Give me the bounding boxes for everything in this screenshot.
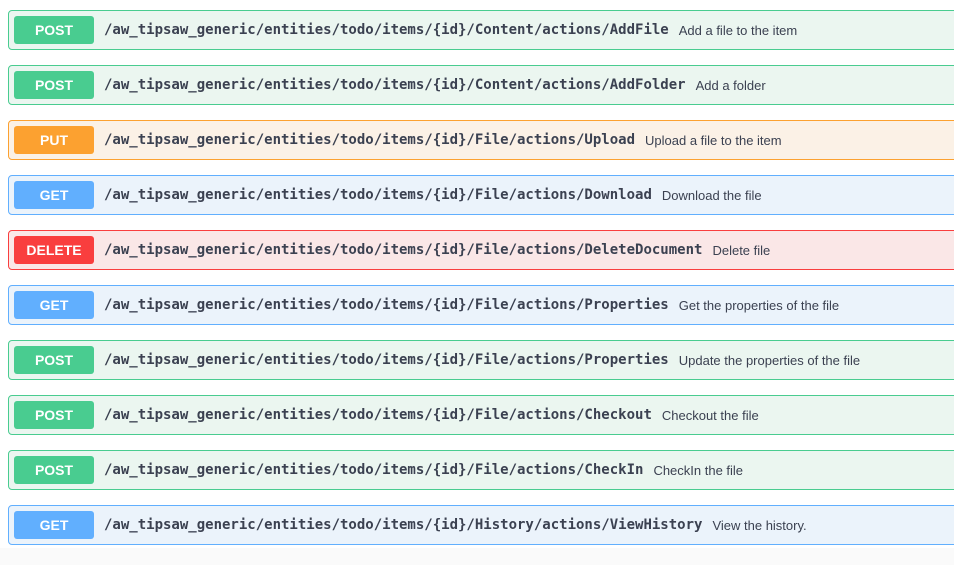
method-badge[interactable]: POST: [14, 346, 94, 374]
operation-summary: Download the file: [661, 187, 762, 203]
operation-summary: Add a folder: [695, 77, 766, 93]
operation-path[interactable]: /aw_tipsaw_generic/entities/todo/items/{…: [104, 22, 669, 38]
operation-path[interactable]: /aw_tipsaw_generic/entities/todo/items/{…: [104, 297, 669, 313]
operation-summary: Update the properties of the file: [678, 352, 861, 368]
operation-row[interactable]: POST /aw_tipsaw_generic/entities/todo/it…: [8, 395, 954, 435]
operation-row[interactable]: POST /aw_tipsaw_generic/entities/todo/it…: [8, 65, 954, 105]
operation-path[interactable]: /aw_tipsaw_generic/entities/todo/items/{…: [104, 132, 635, 148]
operation-path[interactable]: /aw_tipsaw_generic/entities/todo/items/{…: [104, 77, 686, 93]
operation-row[interactable]: GET /aw_tipsaw_generic/entities/todo/ite…: [8, 505, 954, 545]
operation-summary: View the history.: [712, 517, 807, 533]
operation-summary: Add a file to the item: [678, 22, 798, 38]
operation-row[interactable]: POST /aw_tipsaw_generic/entities/todo/it…: [8, 340, 954, 380]
operation-row[interactable]: PUT /aw_tipsaw_generic/entities/todo/ite…: [8, 120, 954, 160]
method-badge[interactable]: DELETE: [14, 236, 94, 264]
method-badge[interactable]: POST: [14, 71, 94, 99]
operation-row[interactable]: GET /aw_tipsaw_generic/entities/todo/ite…: [8, 285, 954, 325]
operation-row[interactable]: POST /aw_tipsaw_generic/entities/todo/it…: [8, 10, 954, 50]
operation-summary: Get the properties of the file: [678, 297, 840, 313]
method-badge[interactable]: POST: [14, 456, 94, 484]
method-badge[interactable]: GET: [14, 181, 94, 209]
operation-summary: Checkout the file: [661, 407, 759, 423]
method-badge[interactable]: GET: [14, 511, 94, 539]
operation-summary: Upload a file to the item: [645, 132, 782, 148]
operation-path[interactable]: /aw_tipsaw_generic/entities/todo/items/{…: [104, 187, 652, 203]
operation-summary: Delete file: [712, 242, 771, 258]
operation-path[interactable]: /aw_tipsaw_generic/entities/todo/items/{…: [104, 242, 702, 258]
method-badge[interactable]: PUT: [14, 126, 94, 154]
operation-row[interactable]: GET /aw_tipsaw_generic/entities/todo/ite…: [8, 175, 954, 215]
operation-path[interactable]: /aw_tipsaw_generic/entities/todo/items/{…: [104, 352, 669, 368]
operation-row[interactable]: POST /aw_tipsaw_generic/entities/todo/it…: [8, 450, 954, 490]
operations-list: POST /aw_tipsaw_generic/entities/todo/it…: [8, 10, 954, 560]
operation-row[interactable]: DELETE /aw_tipsaw_generic/entities/todo/…: [8, 230, 954, 270]
operation-summary: CheckIn the file: [653, 462, 744, 478]
method-badge[interactable]: POST: [14, 16, 94, 44]
method-badge[interactable]: POST: [14, 401, 94, 429]
operation-path[interactable]: /aw_tipsaw_generic/entities/todo/items/{…: [104, 517, 702, 533]
page-footer-strip: [0, 548, 954, 565]
method-badge[interactable]: GET: [14, 291, 94, 319]
operation-path[interactable]: /aw_tipsaw_generic/entities/todo/items/{…: [104, 407, 652, 423]
operation-path[interactable]: /aw_tipsaw_generic/entities/todo/items/{…: [104, 462, 643, 478]
